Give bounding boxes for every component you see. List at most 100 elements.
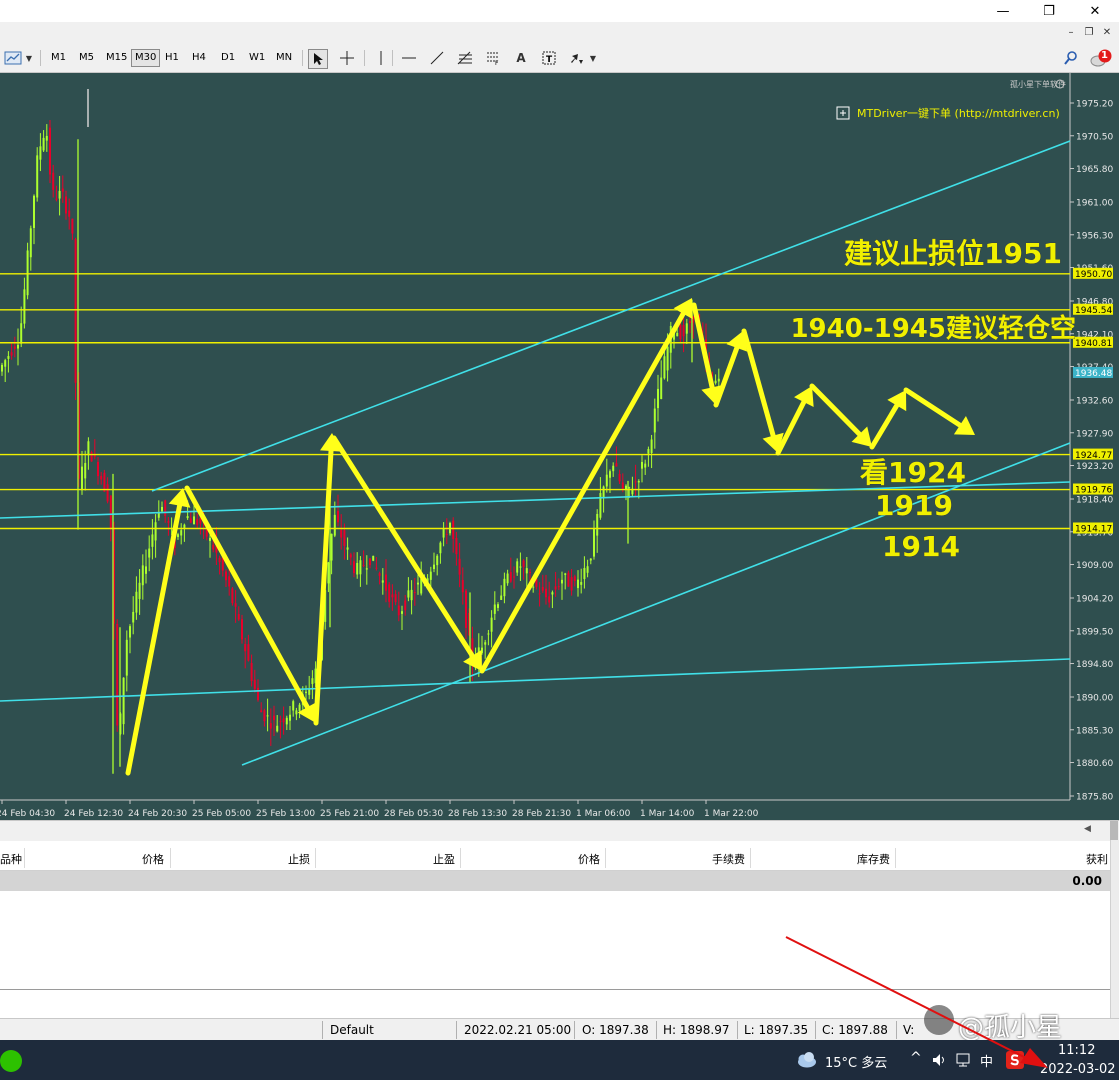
candle-body [58,190,61,199]
text-icon[interactable]: A [512,49,530,67]
candle-body [305,691,307,694]
column-commission[interactable]: 手续费 [690,851,745,867]
candle-body [359,560,362,575]
vertical-line-icon[interactable] [372,49,390,67]
timeframe-w1[interactable]: W1 [246,50,268,66]
column-current-price[interactable]: 价格 [540,851,600,867]
balance-row[interactable]: 0.00 [0,871,1110,891]
candle-body [138,582,141,599]
stop-loss-annotation: 建议止损位1951 [844,237,1062,270]
y-tick-label: 1975.20 [1076,100,1113,110]
terminal-scrollbar[interactable] [1110,840,1119,1018]
horizontal-line-icon[interactable] [400,49,418,67]
crosshair-icon[interactable] [338,49,356,67]
wechat-icon[interactable] [0,1050,22,1072]
candle-body [490,617,493,632]
candle-body [637,481,640,483]
svg-text:F: F [495,60,499,65]
column-tp[interactable]: 止盈 [395,851,455,867]
scroll-thumb[interactable] [1110,821,1118,841]
candle-body [260,710,263,713]
timeframe-m30[interactable]: M30 [131,49,161,67]
candle-body [247,644,250,661]
candle-body [231,588,234,604]
clock-date[interactable]: 2022-03-02 [1040,1062,1116,1077]
candle-body [417,582,419,585]
x-tick-label: 24 Feb 20:30 [128,809,187,819]
child-close-button[interactable]: ✕ [1100,26,1114,40]
candle-body [362,565,365,567]
column-price[interactable]: 价格 [100,851,164,867]
candle-body [516,561,519,573]
ime-indicator[interactable]: 中 [980,1051,993,1070]
sogou-icon[interactable] [1006,1051,1024,1069]
chevron-down-icon[interactable]: ▼ [24,49,34,67]
candle-body [250,662,253,682]
arrow-icon[interactable] [568,49,586,67]
timeframe-h1[interactable]: H1 [162,50,182,66]
child-minimize-button[interactable]: – [1064,26,1078,40]
weather-text[interactable]: 15°C 多云 [825,1052,887,1071]
candle-body [452,520,455,539]
y-tick-label: 1932.60 [1076,397,1113,407]
candle-body [493,604,496,614]
candle-body [596,513,599,536]
timeframe-m15[interactable]: M15 [103,50,130,66]
timeframe-h4[interactable]: H4 [189,50,209,66]
fibonacci-icon[interactable] [456,49,474,67]
bar-volume: V: [903,1023,915,1037]
gann-icon[interactable]: F [484,49,502,67]
y-tick-label: 1880.60 [1076,759,1113,769]
trendline-icon[interactable] [428,49,446,67]
chevron-up-icon[interactable]: ^ [910,1050,922,1066]
text-label-icon[interactable]: T [540,49,558,67]
chart-scrollbar[interactable]: ◀ [0,820,1119,841]
search-icon[interactable] [1062,49,1080,67]
cursor-icon[interactable] [308,49,328,69]
candle-body [39,146,42,160]
chart-canvas[interactable]: 1975.201970.501965.801961.001956.301951.… [0,73,1119,820]
column-profit[interactable]: 获利 [1060,851,1108,867]
close-button[interactable]: ✕ [1072,0,1118,22]
scroll-left-icon[interactable]: ◀ [1084,824,1091,834]
candle-body [116,623,119,726]
column-symbol[interactable]: 品种 [0,851,22,867]
timeframe-m1[interactable]: M1 [48,50,69,66]
column-sl[interactable]: 止损 [250,851,310,867]
clock-time[interactable]: 11:12 [1058,1043,1095,1058]
candle-body [234,603,237,607]
candle-body [529,571,531,573]
candle-body [391,594,394,598]
candle-body [522,560,525,567]
notifications-icon[interactable]: 1 [1088,49,1114,67]
candle-body [375,567,378,569]
candle-body [407,590,410,598]
candle-body [589,558,592,561]
status-separator [737,1021,738,1039]
candle-body [20,323,23,344]
network-icon[interactable] [956,1053,972,1070]
child-restore-button[interactable]: ❐ [1082,26,1096,40]
chart-type-icon[interactable] [2,49,24,67]
candle-body [189,518,192,523]
speaker-icon[interactable] [932,1053,946,1070]
chevron-down-icon[interactable]: ▼ [588,49,598,67]
mdi-bar: – ❐ ✕ [0,22,1119,45]
candle-body [295,710,298,715]
price-chart[interactable]: 1975.201970.501965.801961.001956.301951.… [0,73,1119,820]
candle-body [593,528,595,557]
candle-body [13,346,16,349]
candle-body [52,172,55,190]
maximize-button[interactable]: ❐ [1026,0,1072,22]
candle-body [506,573,509,584]
candle-body [586,566,589,573]
candle-body [161,506,163,512]
column-swap[interactable]: 库存费 [830,851,890,867]
balance-value: 0.00 [1072,874,1102,888]
candle-body [279,720,282,722]
timeframe-mn[interactable]: MN [273,50,295,66]
toolbar-separator [302,50,303,66]
timeframe-d1[interactable]: D1 [218,50,238,66]
timeframe-m5[interactable]: M5 [76,50,97,66]
minimize-button[interactable]: — [980,0,1026,22]
